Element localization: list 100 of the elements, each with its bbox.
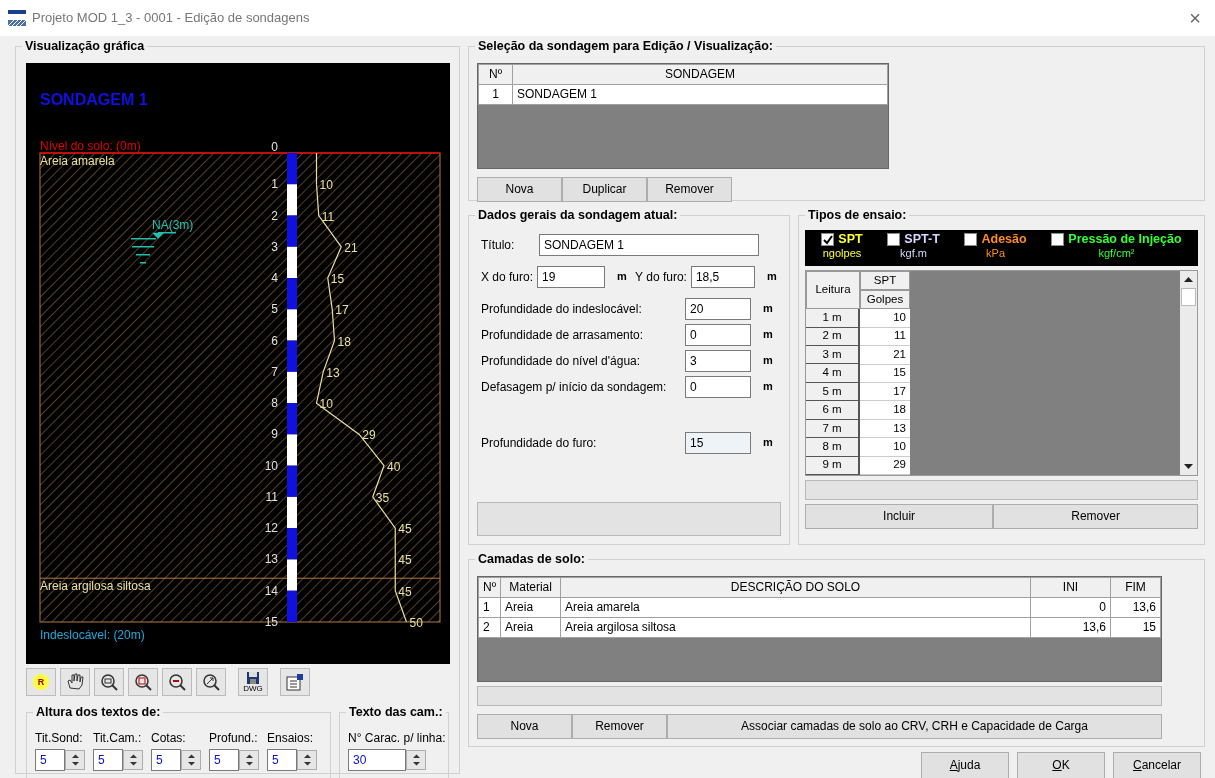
toolbar-caption: DWG bbox=[243, 684, 263, 693]
layer-label: Areia argilosa siltosa bbox=[40, 579, 151, 594]
depth-tick-label: 1 bbox=[271, 177, 278, 192]
table-cell: 17 bbox=[860, 382, 910, 402]
group-title: Tipos de ensaio: bbox=[805, 208, 910, 223]
field-label: Tit.Cam.: bbox=[93, 731, 143, 746]
spt-value-label: 45 bbox=[398, 553, 412, 568]
table-cell: 29 bbox=[860, 456, 910, 475]
unit-label: m bbox=[763, 328, 774, 342]
column-header: Leitura bbox=[806, 271, 860, 310]
table-cell: Areia bbox=[500, 597, 561, 618]
group-title: Dados gerais da sondagem atual: bbox=[475, 208, 681, 223]
table-cell: 1 bbox=[478, 84, 513, 105]
column-header: Nº bbox=[478, 577, 501, 598]
column-header: SONDAGEM bbox=[512, 64, 888, 85]
ground-level-label: Nível do solo: (0m) bbox=[40, 139, 141, 153]
depth-tick-label: 12 bbox=[264, 521, 278, 536]
field-label: Profundidade do furo: bbox=[481, 435, 598, 451]
test-type-label: Adesão bbox=[981, 232, 1027, 247]
unit-label: m bbox=[617, 270, 628, 284]
spt-value-label: 50 bbox=[409, 616, 423, 630]
depth-tick-label: 13 bbox=[264, 552, 278, 567]
unit-label: kgf/cm² bbox=[1098, 247, 1135, 261]
spt-value-label: 13 bbox=[326, 365, 340, 380]
table-cell: Areia argilosa siltosa bbox=[560, 617, 1031, 638]
field-label: Profundidade de arrasamento: bbox=[481, 327, 645, 343]
column-header: INI bbox=[1030, 577, 1111, 598]
unit-label: ngolpes bbox=[822, 247, 862, 261]
group-title: Visualização gráfica bbox=[22, 39, 148, 54]
spt-value-label: 45 bbox=[398, 522, 412, 537]
table-cell: SONDAGEM 1 bbox=[512, 84, 888, 105]
test-type-label: SPT-T bbox=[904, 232, 940, 247]
layer-label: Areia amarela bbox=[40, 154, 115, 168]
spt-value-label: 10 bbox=[319, 178, 333, 193]
spt-value-label: 29 bbox=[362, 428, 376, 443]
depth-tick-label: 10 bbox=[264, 458, 278, 473]
column-header: SPT bbox=[860, 271, 910, 291]
field-label: Defasagem p/ início da sondagem: bbox=[481, 379, 668, 395]
field-label: Profundidade do nível d'água: bbox=[481, 353, 642, 369]
unit-label: m bbox=[763, 354, 774, 368]
field-label: Cotas: bbox=[151, 731, 187, 746]
depth-tick-label: 4 bbox=[271, 271, 278, 286]
unit-label: m bbox=[763, 302, 774, 316]
table-cell: 13,6 bbox=[1030, 617, 1111, 638]
table-cell: 15 bbox=[1110, 617, 1161, 638]
unit-label: m bbox=[766, 270, 777, 284]
field-label: X do furo: bbox=[481, 269, 534, 285]
spt-value-label: 35 bbox=[375, 490, 390, 505]
group-title: Seleção da sondagem para Edição / Visualização: bbox=[475, 39, 777, 54]
table-cell: 13 bbox=[860, 419, 910, 439]
field-label: Ensaios: bbox=[267, 731, 315, 746]
field-label: Tit.Sond: bbox=[35, 731, 84, 746]
sounding-title: SONDAGEM 1 bbox=[40, 91, 148, 108]
depth-tick-label: 5 bbox=[271, 302, 278, 317]
spt-value-label: 17 bbox=[335, 303, 349, 318]
depth-tick-label: 15 bbox=[264, 615, 278, 629]
table-cell: 18 bbox=[860, 401, 910, 420]
column-header: DESCRIÇÃO DO SOLO bbox=[560, 577, 1031, 598]
unit-label: kPa bbox=[986, 247, 1006, 261]
depth-tick-label: 7 bbox=[271, 364, 278, 379]
spt-value-label: 15 bbox=[330, 272, 345, 287]
depth-tick-label: 14 bbox=[264, 583, 278, 598]
table-cell: 11 bbox=[860, 327, 910, 347]
test-type-label: SPT bbox=[838, 232, 863, 247]
unit-label: kgf.m bbox=[900, 247, 927, 261]
depth-tick-label: 8 bbox=[271, 396, 278, 411]
table-cell: Areia bbox=[500, 617, 561, 638]
unit-label: m bbox=[763, 380, 774, 394]
spt-value-label: 21 bbox=[344, 240, 358, 255]
depth-tick-label: 0 bbox=[271, 140, 278, 154]
column-header: Nº bbox=[478, 64, 513, 85]
depth-tick-label: 3 bbox=[271, 239, 278, 254]
column-header: FIM bbox=[1110, 577, 1161, 598]
column-header: Golpes bbox=[860, 290, 910, 310]
field-label: Título: bbox=[481, 237, 516, 253]
table-cell: 1 bbox=[478, 597, 501, 618]
window-title: Projeto MOD 1_3 - 0001 - Edição de sondagens bbox=[32, 10, 310, 26]
field-label: Profundidade do indeslocável: bbox=[481, 301, 643, 317]
table-cell: 21 bbox=[860, 346, 910, 365]
table-cell: 15 bbox=[860, 364, 910, 383]
field-label: N° Carac. p/ linha: bbox=[348, 731, 446, 746]
unit-label: m bbox=[763, 436, 774, 450]
table-cell: 10 bbox=[860, 438, 910, 457]
table-cell: 10 bbox=[860, 309, 910, 328]
water-level-label: NA(3m) bbox=[152, 217, 194, 232]
depth-tick-label: 2 bbox=[271, 208, 278, 223]
spt-value-label: 18 bbox=[337, 334, 351, 349]
table-cell: 2 bbox=[478, 617, 501, 638]
depth-tick-label: 11 bbox=[265, 489, 278, 504]
depth-tick-label: 6 bbox=[271, 333, 278, 348]
field-label: Profund.: bbox=[209, 731, 259, 746]
field-label: Y do furo: bbox=[635, 269, 687, 285]
spt-value-label: 11 bbox=[321, 209, 335, 224]
bedrock-label: Indeslocável: (20m) bbox=[40, 628, 145, 642]
spt-value-label: 10 bbox=[319, 397, 333, 412]
table-cell: 0 bbox=[1030, 597, 1111, 618]
depth-tick-label: 9 bbox=[271, 427, 278, 442]
spt-value-label: 45 bbox=[398, 584, 412, 599]
spt-value-label: 40 bbox=[387, 459, 401, 474]
test-type-label: Pressão de Injeção bbox=[1068, 232, 1182, 247]
